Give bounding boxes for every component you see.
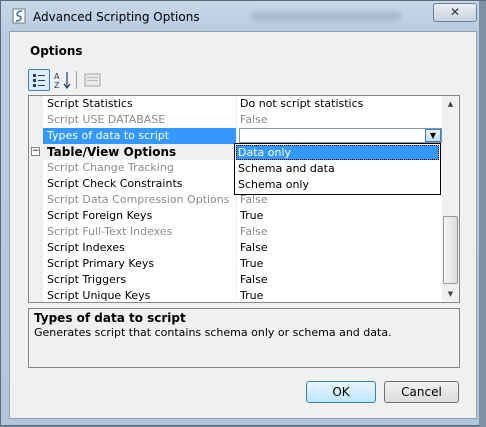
property-row[interactable]: Script Full-Text Indexes False (43, 224, 443, 240)
property-name: Script Primary Keys (47, 257, 155, 270)
column-divider[interactable] (236, 208, 237, 224)
description-title: Types of data to script (34, 311, 186, 325)
scroll-up-arrow-icon[interactable]: ▲ (442, 96, 459, 112)
column-divider[interactable] (236, 224, 237, 240)
property-value[interactable]: True (240, 209, 263, 222)
scroll-thumb[interactable] (443, 216, 458, 284)
property-value[interactable]: False (240, 113, 268, 126)
column-divider[interactable] (236, 288, 237, 302)
property-grid-toolbar: A Z (28, 69, 104, 91)
collapse-icon[interactable]: − (31, 147, 40, 156)
property-value[interactable]: True (240, 289, 263, 302)
column-divider[interactable] (236, 96, 237, 112)
property-name: Script Data Compression Options (47, 193, 230, 206)
grid-gutter (29, 96, 43, 302)
property-row[interactable]: Script Primary Keys True (43, 256, 443, 272)
toolbar-separator (76, 71, 77, 89)
property-row[interactable]: Script Triggers False (43, 272, 443, 288)
property-row[interactable]: Script Indexes False (43, 240, 443, 256)
property-row[interactable]: Script Statistics Do not script statistic… (43, 96, 443, 112)
script-app-icon (12, 8, 26, 24)
ok-button[interactable]: OK (306, 381, 376, 403)
property-name: Script Unique Keys (47, 289, 151, 302)
description-panel: Types of data to script Generates script… (28, 308, 460, 368)
property-pages-button[interactable] (82, 69, 104, 91)
property-name: Script Triggers (47, 273, 127, 286)
alphabetical-button[interactable]: A Z (52, 69, 74, 91)
property-name: Script Statistics (47, 97, 133, 110)
blurred-background-text (251, 11, 401, 21)
property-value[interactable]: False (240, 273, 268, 286)
column-divider[interactable] (236, 256, 237, 272)
property-name: Script Check Constraints (47, 177, 183, 190)
column-divider[interactable] (236, 240, 237, 256)
scroll-down-arrow-icon[interactable]: ▼ (442, 286, 459, 302)
category-label: Table/View Options (47, 145, 177, 159)
categorized-icon (33, 74, 45, 87)
property-value[interactable]: False (240, 225, 268, 238)
dropdown-option-schema-and-data[interactable]: Schema and data (236, 161, 439, 176)
property-name: Script Foreign Keys (47, 209, 153, 222)
column-divider[interactable] (236, 272, 237, 288)
cancel-button[interactable]: Cancel (384, 381, 459, 403)
vertical-scrollbar[interactable]: ▲ ▼ (442, 96, 459, 302)
property-row[interactable]: Script USE DATABASE False (43, 112, 443, 128)
property-row[interactable]: Script Foreign Keys True (43, 208, 443, 224)
combo-dropdown-button[interactable]: ▼ (425, 129, 441, 142)
description-text: Generates script that contains schema on… (34, 326, 392, 339)
property-name: Script Change Tracking (47, 161, 174, 174)
property-value[interactable]: False (240, 241, 268, 254)
dropdown-option-data-only[interactable]: Data only (236, 145, 439, 160)
property-value[interactable]: Do not script statistics (240, 97, 363, 110)
background-window-edge (479, 1, 486, 427)
svg-text:A: A (54, 72, 60, 81)
property-value[interactable]: True (240, 257, 263, 270)
property-name: Types of data to script (47, 129, 170, 142)
property-pages-icon (84, 73, 101, 87)
property-name: Script USE DATABASE (47, 113, 166, 126)
window-title: Advanced Scripting Options (33, 10, 200, 24)
property-row[interactable]: Script Unique Keys True (43, 288, 443, 302)
svg-text:Z: Z (54, 81, 60, 90)
column-divider[interactable] (236, 128, 237, 144)
dropdown-option-schema-only[interactable]: Schema only (236, 177, 439, 192)
types-of-data-dropdown-list[interactable]: Data only Schema and data Schema only (234, 143, 441, 195)
property-name: Script Full-Text Indexes (47, 225, 173, 238)
title-bar[interactable]: Advanced Scripting Options ✕ (1, 1, 486, 33)
property-grid[interactable]: Script Statistics Do not script statistic… (28, 95, 460, 303)
types-of-data-combo[interactable] (239, 128, 442, 143)
close-button[interactable]: ✕ (433, 3, 477, 22)
dialog-window: Advanced Scripting Options ✕ Options A Z (0, 0, 486, 427)
options-heading: Options (30, 44, 83, 58)
categorized-button[interactable] (28, 69, 50, 91)
column-divider[interactable] (236, 112, 237, 128)
chevron-down-icon: ▼ (429, 131, 437, 140)
property-name: Script Indexes (47, 241, 125, 254)
alphabetical-sort-icon: A Z (54, 72, 71, 90)
